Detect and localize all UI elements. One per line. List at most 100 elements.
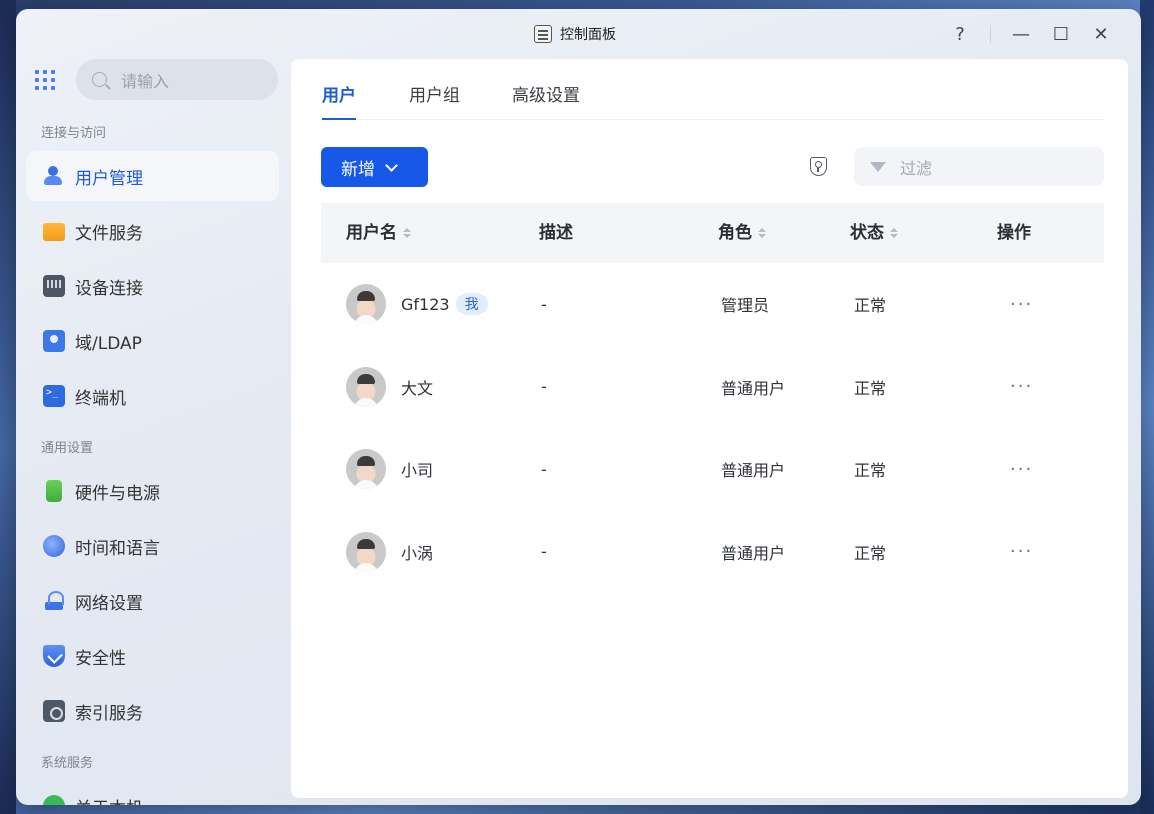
cell-username: Gf123 我 — [346, 263, 488, 346]
me-badge: 我 — [455, 293, 488, 316]
user-table: 用户名 描述 角色 状态 操作 Gf123 我 - 管理员 正常 ··· 大文 … — [321, 203, 1104, 593]
cell-description: - — [541, 542, 547, 562]
watermark: 知乎 @福尔摩斯心一 — [813, 758, 1103, 793]
add-button-label: 新增 — [341, 159, 375, 180]
section-title-connect: 连接与访问 — [41, 126, 107, 141]
cell-status: 正常 — [854, 461, 887, 481]
close-button[interactable]: ✕ — [1081, 19, 1121, 49]
username-text: 大文 — [401, 378, 434, 398]
security-policy-button[interactable] — [807, 155, 829, 177]
desktop-background-right — [1140, 0, 1154, 814]
sidebar-item-label: 用户管理 — [75, 168, 143, 189]
more-actions-button[interactable]: ··· — [1010, 346, 1033, 429]
sidebar-item-network[interactable]: 网络设置 — [26, 576, 279, 626]
title-group: 控制面板 — [534, 23, 616, 45]
sidebar-item-hardware-power[interactable]: 硬件与电源 — [26, 466, 279, 516]
control-panel-window: 控制面板 ? — ☐ ✕ 请输入 连接与访问 用户管理 文件服务 设备连接 域/… — [16, 9, 1141, 805]
filter-field[interactable]: 过滤 — [854, 147, 1104, 186]
table-row[interactable]: 大文 - 普通用户 正常 ··· — [321, 346, 1104, 429]
sidebar-item-file-service[interactable]: 文件服务 — [26, 206, 279, 256]
more-actions-button[interactable]: ··· — [1010, 511, 1033, 594]
cell-role: 普通用户 — [721, 461, 786, 481]
avatar — [346, 366, 386, 407]
device-icon — [43, 275, 65, 297]
control-panel-icon — [534, 25, 552, 43]
add-button[interactable]: 新增 — [321, 147, 428, 187]
header-role[interactable]: 角色 — [718, 203, 766, 263]
sidebar-item-index-service[interactable]: 索引服务 — [26, 686, 279, 736]
header-label: 角色 — [718, 223, 752, 243]
sidebar-item-domain-ldap[interactable]: 域/LDAP — [26, 316, 279, 366]
domain-icon — [43, 330, 65, 352]
network-icon — [43, 590, 65, 612]
cell-description: - — [541, 377, 547, 397]
sidebar-item-label: 关于本机 — [75, 794, 143, 806]
avatar — [346, 284, 386, 325]
header-username[interactable]: 用户名 — [346, 203, 411, 263]
sidebar-item-label: 域/LDAP — [75, 333, 142, 354]
apps-grid-icon[interactable] — [35, 70, 55, 90]
sidebar-item-label: 时间和语言 — [75, 538, 160, 559]
username-text: 小涡 — [401, 543, 434, 563]
chevron-down-icon — [385, 158, 398, 172]
header-actions: 操作 — [997, 203, 1031, 263]
sidebar-item-security[interactable]: 安全性 — [26, 631, 279, 681]
filter-input[interactable]: 过滤 — [900, 155, 932, 179]
tab-users[interactable]: 用户 — [322, 81, 356, 120]
sidebar-item-device-connection[interactable]: 设备连接 — [26, 261, 279, 311]
sidebar-item-time-language[interactable]: 时间和语言 — [26, 521, 279, 571]
controls-divider — [990, 25, 991, 43]
about-icon — [43, 795, 65, 805]
sidebar-item-label: 硬件与电源 — [75, 483, 160, 504]
table-row[interactable]: Gf123 我 - 管理员 正常 ··· — [321, 263, 1104, 346]
window-controls: ? — ☐ ✕ — [940, 19, 1121, 49]
sidebar-item-terminal[interactable]: 终端机 — [26, 371, 279, 421]
index-icon — [43, 700, 65, 722]
help-button[interactable]: ? — [940, 19, 980, 49]
header-label: 状态 — [850, 223, 884, 243]
cell-status: 正常 — [854, 296, 887, 316]
shield-lock-icon — [809, 156, 827, 176]
filter-icon — [870, 161, 886, 172]
avatar — [346, 449, 386, 490]
username-text: Gf123 — [401, 294, 450, 314]
sidebar-item-user-management[interactable]: 用户管理 — [26, 151, 279, 201]
sidebar: 请输入 连接与访问 用户管理 文件服务 设备连接 域/LDAP 终端机 通用设置… — [16, 59, 291, 805]
more-actions-button[interactable]: ··· — [1010, 263, 1033, 346]
main-panel: 用户 用户组 高级设置 新增 过滤 用户名 描述 角色 状态 操作 Gf123 … — [291, 59, 1128, 798]
tab-user-groups[interactable]: 用户组 — [409, 81, 460, 120]
shield-icon — [43, 645, 65, 667]
username-text: 小司 — [401, 461, 434, 481]
desktop-background-left — [0, 0, 16, 814]
more-actions-button[interactable]: ··· — [1010, 428, 1033, 511]
minimize-button[interactable]: — — [1001, 19, 1041, 49]
table-row[interactable]: 小涡 - 普通用户 正常 ··· — [321, 511, 1104, 594]
table-row[interactable]: 小司 - 普通用户 正常 ··· — [321, 428, 1104, 511]
cell-role: 普通用户 — [721, 378, 786, 398]
avatar — [346, 531, 386, 572]
header-label: 用户名 — [346, 223, 397, 243]
tab-advanced-settings[interactable]: 高级设置 — [512, 81, 580, 120]
sidebar-item-label: 终端机 — [75, 388, 126, 409]
maximize-button[interactable]: ☐ — [1041, 19, 1081, 49]
cell-description: - — [541, 294, 547, 314]
header-status[interactable]: 状态 — [850, 203, 898, 263]
sidebar-item-label: 索引服务 — [75, 703, 143, 724]
tab-bar: 用户 用户组 高级设置 — [322, 59, 1104, 120]
header-label: 操作 — [997, 223, 1031, 243]
hardware-icon — [46, 480, 62, 502]
header-description: 描述 — [539, 203, 573, 263]
search-input[interactable]: 请输入 — [121, 68, 169, 92]
sort-icon — [403, 228, 411, 238]
cell-role: 管理员 — [721, 296, 770, 316]
title-bar[interactable]: 控制面板 ? — ☐ ✕ — [16, 9, 1141, 59]
search-icon — [92, 72, 107, 87]
sidebar-search[interactable]: 请输入 — [76, 59, 278, 100]
sidebar-item-label: 安全性 — [75, 648, 126, 669]
terminal-icon — [43, 385, 65, 407]
sidebar-item-about[interactable]: 关于本机 — [26, 781, 279, 805]
globe-icon — [43, 535, 65, 557]
sort-icon — [758, 228, 766, 238]
cell-role: 普通用户 — [721, 543, 786, 563]
section-title-system: 系统服务 — [41, 756, 94, 771]
